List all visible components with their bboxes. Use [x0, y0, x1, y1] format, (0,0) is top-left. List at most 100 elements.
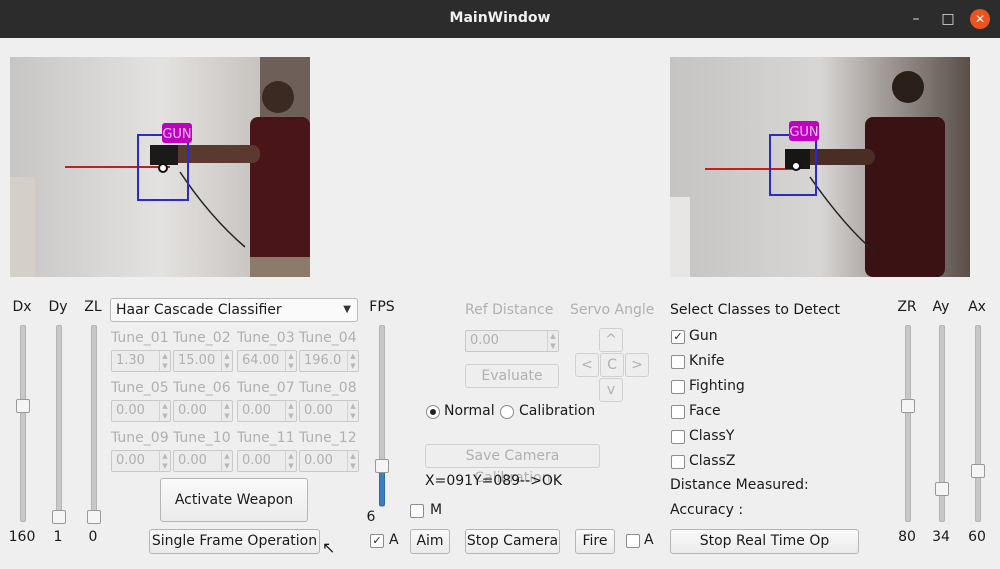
class-label: Fighting	[689, 378, 745, 394]
tune-spinbox[interactable]: 0.00 ▲ ▼	[299, 450, 359, 472]
right-slider-label: ZR	[897, 299, 917, 315]
classes-title: Select Classes to Detect	[670, 302, 841, 318]
spin-arrows-icon[interactable]: ▲ ▼	[547, 331, 558, 351]
servo-left-button[interactable]: <	[575, 353, 599, 377]
title-bar: MainWindow – □ ✕	[0, 0, 1000, 38]
tune-spinbox[interactable]: 0.00 ▲ ▼	[299, 400, 359, 422]
spin-arrows-icon[interactable]: ▲ ▼	[285, 401, 296, 421]
tune-spinbox[interactable]: 15.00 ▲ ▼	[173, 350, 233, 372]
servo-down-button[interactable]: v	[599, 378, 623, 402]
class-label: ClassY	[689, 428, 735, 444]
tune-value: 0.00	[178, 403, 207, 418]
tune-value: 64.00	[242, 353, 280, 368]
right-slider[interactable]	[975, 325, 981, 522]
left-slider-value: 160	[8, 529, 36, 545]
left-camera-view: GUN	[10, 57, 310, 277]
a-left-label: A	[389, 532, 399, 548]
classifier-select[interactable]: Haar Cascade Classifier ▼	[110, 298, 358, 322]
ref-distance-input[interactable]: 0.00 ▲ ▼	[465, 330, 559, 352]
left-slider-label: Dx	[12, 299, 32, 315]
spin-arrows-icon[interactable]: ▲ ▼	[221, 451, 232, 471]
spin-arrows-icon[interactable]: ▲ ▼	[221, 401, 232, 421]
normal-label: Normal	[444, 403, 495, 419]
tune-label: Tune_12	[299, 430, 357, 446]
single-frame-button[interactable]: Single Frame Operation	[149, 529, 320, 554]
m-checkbox[interactable]	[410, 504, 424, 518]
spin-arrows-icon[interactable]: ▲ ▼	[285, 451, 296, 471]
aim-button[interactable]: Aim	[410, 529, 450, 554]
right-slider-value: 60	[968, 529, 986, 545]
class-checkbox[interactable]	[671, 455, 685, 469]
tune-spinbox[interactable]: 64.00 ▲ ▼	[237, 350, 297, 372]
left-slider[interactable]	[91, 325, 97, 522]
servo-up-button[interactable]: ^	[599, 328, 623, 352]
class-label: ClassZ	[689, 453, 736, 469]
spin-arrows-icon[interactable]: ▲ ▼	[159, 401, 170, 421]
fps-slider[interactable]	[379, 325, 385, 507]
left-slider-handle[interactable]	[16, 399, 30, 413]
tune-spinbox[interactable]: 0.00 ▲ ▼	[237, 450, 297, 472]
fire-button[interactable]: Fire	[575, 529, 615, 554]
spin-arrows-icon[interactable]: ▲ ▼	[159, 451, 170, 471]
tune-label: Tune_11	[237, 430, 295, 446]
a-right-checkbox[interactable]	[626, 534, 640, 548]
right-slider-handle[interactable]	[901, 399, 915, 413]
spin-arrows-icon[interactable]: ▲ ▼	[221, 351, 232, 371]
spin-arrows-icon[interactable]: ▲ ▼	[347, 401, 358, 421]
left-slider-label: Dy	[48, 299, 68, 315]
tune-value: 0.00	[242, 403, 271, 418]
class-checkbox[interactable]	[671, 355, 685, 369]
spin-arrows-icon[interactable]: ▲ ▼	[285, 351, 296, 371]
class-label: Knife	[689, 353, 725, 369]
class-checkbox[interactable]: ✓	[671, 330, 685, 344]
class-checkbox[interactable]	[671, 430, 685, 444]
calibration-radio[interactable]	[500, 405, 514, 419]
tune-spinbox[interactable]: 0.00 ▲ ▼	[111, 400, 171, 422]
spin-arrows-icon[interactable]: ▲ ▼	[347, 351, 358, 371]
left-slider-value: 1	[53, 529, 63, 545]
right-slider-handle[interactable]	[935, 482, 949, 497]
tune-label: Tune_06	[173, 380, 231, 396]
left-slider[interactable]	[20, 325, 26, 522]
activate-weapon-button[interactable]: Activate Weapon	[160, 478, 308, 522]
left-slider-handle[interactable]	[52, 510, 66, 524]
save-calibration-button[interactable]: Save Camera Calibration	[425, 444, 600, 486]
right-camera-view: GUN	[670, 57, 970, 277]
a-left-checkbox[interactable]: ✓	[370, 534, 384, 548]
tune-label: Tune_09	[111, 430, 169, 446]
tune-spinbox[interactable]: 196.0 ▲ ▼	[299, 350, 359, 372]
chevron-down-icon: ▼	[343, 304, 351, 315]
tune-spinbox[interactable]: 1.30 ▲ ▼	[111, 350, 171, 372]
minimize-icon[interactable]: –	[906, 9, 926, 29]
stop-camera-button[interactable]: Stop Camera	[465, 529, 560, 554]
maximize-icon[interactable]: □	[938, 9, 958, 29]
fps-value: 6	[366, 509, 376, 525]
class-label: Face	[689, 403, 721, 419]
class-checkbox[interactable]	[671, 405, 685, 419]
close-icon[interactable]: ✕	[970, 9, 990, 29]
tune-value: 0.00	[116, 453, 145, 468]
tune-spinbox[interactable]: 0.00 ▲ ▼	[173, 450, 233, 472]
servo-center-button[interactable]: C	[600, 353, 624, 377]
left-slider-handle[interactable]	[87, 510, 101, 524]
right-slider-handle[interactable]	[971, 463, 985, 478]
tune-spinbox[interactable]: 0.00 ▲ ▼	[237, 400, 297, 422]
normal-radio[interactable]	[426, 405, 440, 419]
fps-slider-handle[interactable]	[375, 459, 389, 473]
evaluate-button[interactable]: Evaluate	[465, 364, 559, 388]
tune-spinbox[interactable]: 0.00 ▲ ▼	[173, 400, 233, 422]
servo-angle-label: Servo Angle	[570, 302, 655, 318]
right-slider[interactable]	[905, 325, 911, 522]
class-checkbox[interactable]	[671, 380, 685, 394]
servo-right-button[interactable]: >	[625, 353, 649, 377]
left-slider-label: ZL	[84, 299, 102, 315]
left-slider[interactable]	[56, 325, 62, 522]
tune-value: 0.00	[304, 403, 333, 418]
tune-label: Tune_05	[111, 380, 169, 396]
class-label: Gun	[689, 328, 718, 344]
stop-realtime-button[interactable]: Stop Real Time Op	[670, 529, 859, 554]
tune-spinbox[interactable]: 0.00 ▲ ▼	[111, 450, 171, 472]
spin-arrows-icon[interactable]: ▲ ▼	[347, 451, 358, 471]
mouse-cursor-icon: ↖	[322, 538, 336, 557]
spin-arrows-icon[interactable]: ▲ ▼	[159, 351, 170, 371]
